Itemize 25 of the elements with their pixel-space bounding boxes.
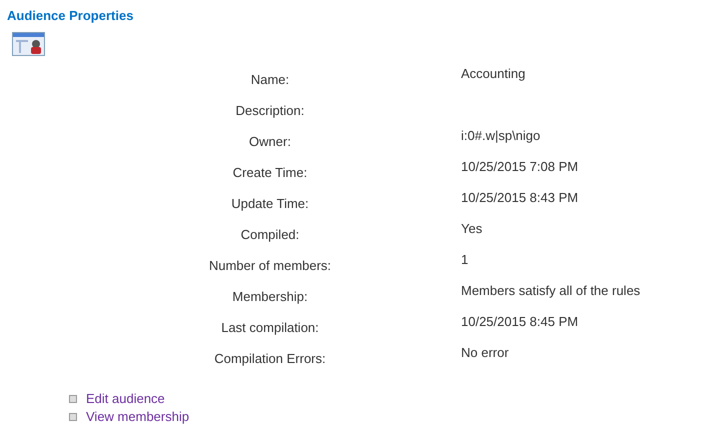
property-value: Members satisfy all of the rules	[461, 283, 640, 298]
property-label: Last compilation:	[221, 319, 319, 337]
property-value: Accounting	[461, 66, 526, 81]
property-value: Yes	[461, 221, 482, 236]
property-label: Compiled:	[240, 226, 300, 244]
property-label: Update Time:	[231, 195, 309, 213]
property-value: 10/25/2015 7:08 PM	[461, 159, 578, 174]
property-label: Name:	[250, 71, 290, 89]
property-value: 10/25/2015 8:43 PM	[461, 190, 578, 205]
property-label: Owner:	[249, 133, 291, 151]
property-value: 10/25/2015 8:45 PM	[461, 314, 578, 329]
bullet-icon	[69, 413, 77, 421]
action-link[interactable]: View membership	[86, 407, 190, 427]
bullet-icon	[69, 395, 77, 403]
audience-icon	[12, 32, 45, 56]
property-label: Description:	[236, 102, 304, 120]
property-value: No error	[461, 345, 509, 360]
property-label: Create Time:	[232, 164, 308, 182]
action-link[interactable]: Edit audience	[86, 389, 165, 409]
property-label: Number of members:	[208, 257, 332, 275]
property-label: Compilation Errors:	[214, 350, 326, 368]
property-value: i:0#.w|sp\nigo	[461, 128, 540, 143]
property-value: 1	[461, 252, 468, 267]
page-title: Audience Properties	[7, 7, 134, 25]
property-label: Membership:	[232, 288, 308, 306]
